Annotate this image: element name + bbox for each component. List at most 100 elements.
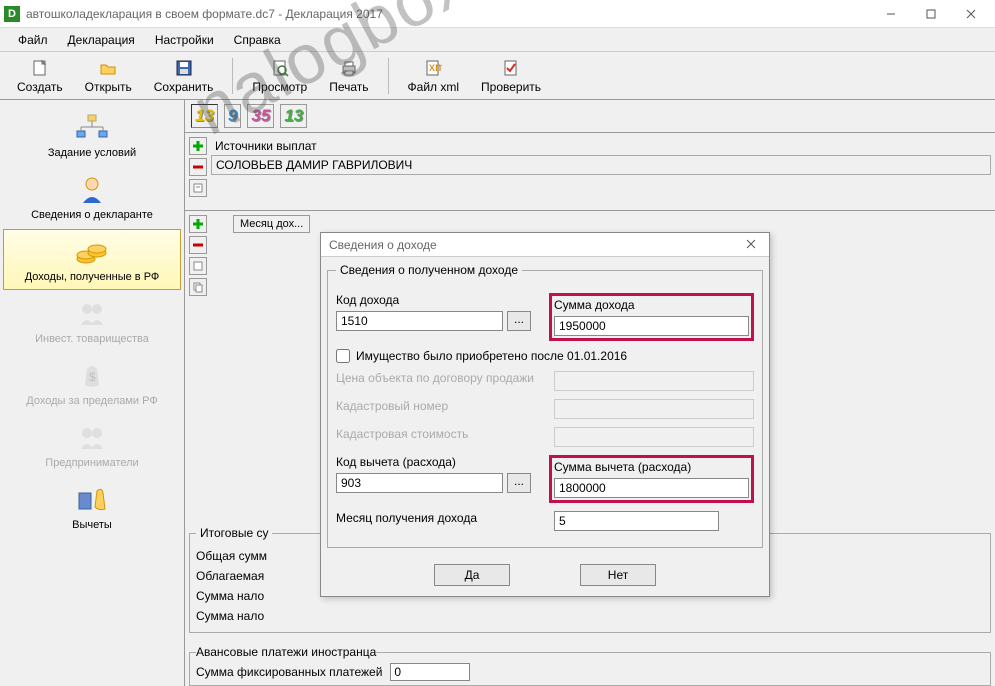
dialog-title: Сведения о доходе [329, 238, 437, 252]
sources-header: Источники выплат [211, 137, 991, 155]
tab-13[interactable]: 13 [191, 104, 218, 128]
open-button[interactable]: Открыть [74, 55, 143, 97]
print-label: Печать [329, 80, 368, 94]
sidebar-label: Инвест. товарищества [35, 333, 149, 345]
sidebar-label: Задание условий [48, 147, 136, 159]
property-after-2016-checkbox[interactable] [336, 349, 350, 363]
add-source-button[interactable] [189, 137, 207, 155]
income-amount-input[interactable] [554, 316, 749, 336]
window-title: автошколадекларация в своем формате.dc7 … [26, 7, 871, 21]
person-icon [73, 174, 111, 206]
save-button[interactable]: Сохранить [143, 55, 225, 97]
preview-label: Просмотр [252, 80, 307, 94]
xml-label: Файл xml [408, 80, 460, 94]
menu-bar: Файл Декларация Настройки Справка [0, 28, 995, 52]
payment-sources: Источники выплат СОЛОВЬЕВ ДАМИР ГАВРИЛОВ… [185, 133, 995, 211]
remove-source-button[interactable] [189, 158, 207, 176]
deduction-amount-input[interactable] [554, 478, 749, 498]
deduction-code-input[interactable] [336, 473, 503, 493]
menu-settings[interactable]: Настройки [145, 30, 224, 50]
svg-text:$: $ [89, 370, 96, 384]
create-button[interactable]: Создать [6, 55, 74, 97]
advance-legend: Авансовые платежи иностранца [196, 645, 376, 659]
print-button[interactable]: Печать [318, 55, 379, 97]
copy-income-button[interactable] [189, 278, 207, 296]
window-titlebar: D автошколадекларация в своем формате.dc… [0, 0, 995, 28]
maximize-button[interactable] [911, 1, 951, 27]
money-bag-icon: $ [73, 360, 111, 392]
save-label: Сохранить [154, 80, 214, 94]
income-code-lookup-button[interactable]: ... [507, 311, 531, 331]
sidebar-item-invest[interactable]: Инвест. товарищества [3, 291, 181, 352]
dialog-titlebar: Сведения о доходе [321, 233, 769, 257]
income-month-input[interactable] [554, 511, 719, 531]
dialog-ok-button[interactable]: Да [434, 564, 510, 586]
dialog-close-button[interactable] [741, 238, 761, 252]
sidebar-label: Вычеты [72, 519, 112, 531]
menu-file[interactable]: Файл [8, 30, 58, 50]
sidebar-item-income-rf[interactable]: Доходы, полученные в РФ [3, 229, 181, 290]
tab-35[interactable]: 35 [247, 104, 274, 128]
sidebar-item-entrepreneurs[interactable]: Предприниматели [3, 415, 181, 476]
open-label: Открыть [85, 80, 132, 94]
total-sum-label: Общая сумм [196, 549, 267, 563]
cadastral-value-input [554, 427, 754, 447]
conditions-icon [73, 112, 111, 144]
save-icon [174, 58, 194, 78]
menu-help[interactable]: Справка [224, 30, 291, 50]
sidebar-item-income-foreign[interactable]: $ Доходы за пределами РФ [3, 353, 181, 414]
tab-13b[interactable]: 13 [280, 104, 307, 128]
xml-button[interactable]: xml Файл xml [397, 55, 471, 97]
property-checkbox-label: Имущество было приобретено после 01.01.2… [356, 349, 627, 363]
edit-source-button[interactable] [189, 179, 207, 197]
entrepreneurs-icon [73, 422, 111, 454]
income-month-label: Месяц получения дохода [336, 511, 536, 525]
cadastral-value-label: Кадастровая стоимость [336, 427, 536, 441]
check-label: Проверить [481, 80, 541, 94]
sidebar-label: Доходы за пределами РФ [26, 395, 157, 407]
month-column-header[interactable]: Месяц дох... [233, 215, 310, 233]
folder-open-icon [98, 58, 118, 78]
app-icon: D [4, 6, 20, 22]
source-row[interactable]: СОЛОВЬЕВ ДАМИР ГАВРИЛОВИЧ [211, 155, 991, 175]
cadastral-number-input [554, 399, 754, 419]
dialog-legend: Сведения о полученном доходе [336, 263, 522, 277]
income-details-dialog: Сведения о доходе Сведения о полученном … [320, 232, 770, 597]
sidebar-label: Сведения о декларанте [31, 209, 153, 221]
check-icon [501, 58, 521, 78]
income-amount-label: Сумма дохода [554, 298, 749, 312]
invest-icon [73, 298, 111, 330]
sidebar-item-declarant[interactable]: Сведения о декларанте [3, 167, 181, 228]
taxable-label: Облагаемая [196, 569, 264, 583]
menu-declaration[interactable]: Декларация [58, 30, 145, 50]
contract-price-label: Цена объекта по договору продажи [336, 371, 536, 385]
income-code-input[interactable] [336, 311, 503, 331]
rate-tabs: 13 9 35 13 [185, 100, 995, 133]
sidebar-label: Доходы, полученные в РФ [25, 271, 160, 283]
preview-button[interactable]: Просмотр [241, 55, 318, 97]
minimize-button[interactable] [871, 1, 911, 27]
tab-9[interactable]: 9 [224, 104, 241, 128]
xml-file-icon: xml [423, 58, 443, 78]
sidebar-item-conditions[interactable]: Задание условий [3, 105, 181, 166]
fixed-payments-input[interactable] [390, 663, 470, 681]
dialog-cancel-button[interactable]: Нет [580, 564, 656, 586]
deduction-amount-label: Сумма вычета (расхода) [554, 460, 749, 474]
svg-text:xml: xml [429, 60, 442, 74]
sidebar: Задание условий Сведения о декларанте До… [0, 100, 185, 686]
deductions-icon [73, 484, 111, 516]
add-income-button[interactable] [189, 215, 207, 233]
cadastral-number-label: Кадастровый номер [336, 399, 536, 413]
check-button[interactable]: Проверить [470, 55, 552, 97]
deduction-code-lookup-button[interactable]: ... [507, 473, 531, 493]
preview-icon [270, 58, 290, 78]
close-button[interactable] [951, 1, 991, 27]
toolbar-separator [232, 58, 233, 94]
remove-income-button[interactable] [189, 236, 207, 254]
tax-label: Сумма нало [196, 589, 264, 603]
income-code-label: Код дохода [336, 293, 531, 307]
new-file-icon [30, 58, 50, 78]
contract-price-input [554, 371, 754, 391]
edit-income-button[interactable] [189, 257, 207, 275]
sidebar-item-deductions[interactable]: Вычеты [3, 477, 181, 538]
